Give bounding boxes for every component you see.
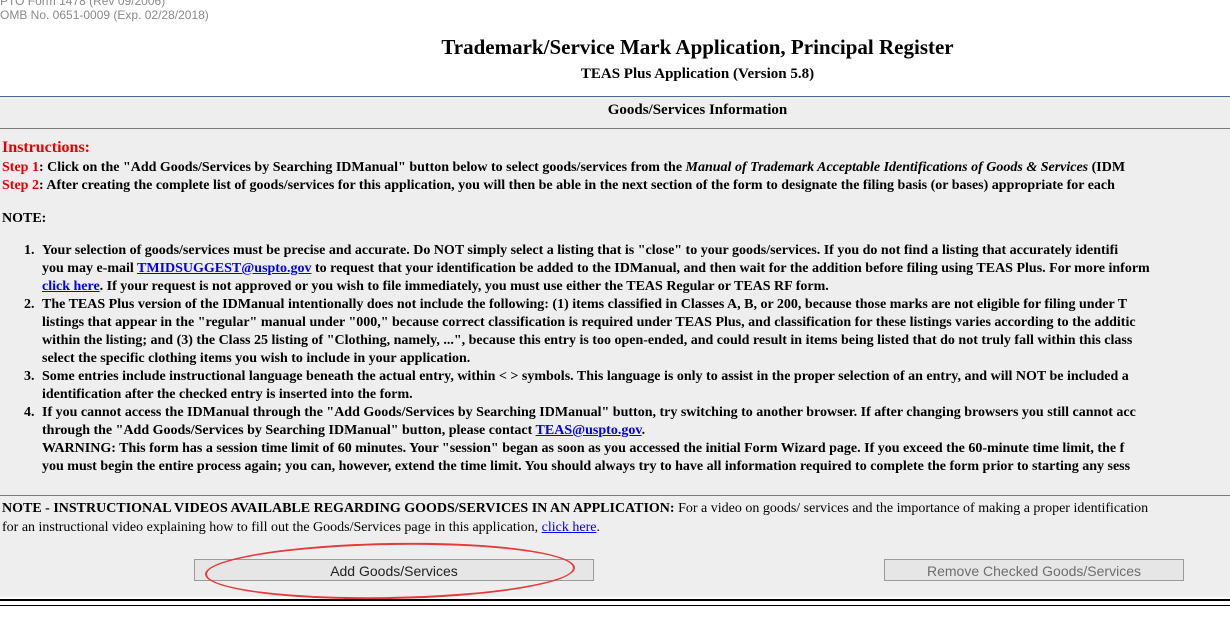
note-line: identification after the checked entry i… — [42, 387, 413, 402]
videos-note: NOTE - INSTRUCTIONAL VIDEOS AVAILABLE RE… — [2, 501, 1148, 517]
teas-email-link[interactable]: TEAS@uspto.gov — [536, 423, 642, 438]
section-title: Goods/Services Information — [607, 102, 788, 118]
note-line: select the specific clothing items you w… — [42, 351, 471, 366]
note-heading: NOTE: — [2, 211, 47, 226]
note-item-number: 4. — [24, 405, 35, 420]
step-1: Step 1: Click on the "Add Goods/Services… — [2, 160, 1125, 176]
step-1-text: : Click on the "Add Goods/Services by Se… — [38, 160, 686, 175]
page-title: Trademark/Service Mark Application, Prin… — [441, 35, 954, 59]
note-line: Some entries include instructional langu… — [42, 369, 1129, 384]
page-subtitle: TEAS Plus Application (Version 5.8) — [580, 66, 815, 82]
note-line: you may e-mail TMIDSUGGEST@uspto.gov to … — [42, 261, 1150, 276]
note-line: WARNING: This form has a session time li… — [42, 441, 1125, 456]
note-item-3: 3. Some entries include instructional la… — [24, 368, 1230, 404]
footer-rule — [0, 599, 1230, 601]
note-line: through the "Add Goods/Services by Searc… — [42, 423, 646, 438]
omb-number: OMB No. 0651-0009 (Exp. 02/28/2018) — [0, 8, 209, 22]
remove-checked-goods-services-button[interactable]: Remove Checked Goods/Services — [884, 559, 1184, 581]
note-item-number: 2. — [24, 297, 35, 312]
note-list: 1. Your selection of goods/services must… — [24, 242, 1230, 476]
note-line: If you cannot access the IDManual throug… — [42, 405, 1136, 420]
tmidsuggest-email-link[interactable]: TMIDSUGGEST@uspto.gov — [137, 261, 311, 276]
note-item-4: 4. If you cannot access the IDManual thr… — [24, 404, 1230, 476]
note-item-number: 3. — [24, 369, 35, 384]
step-2-label: Step 2 — [2, 178, 39, 193]
form-meta: PTO Form 1478 (Rev 09/2006) OMB No. 0651… — [0, 0, 209, 22]
step-1-label: Step 1 — [2, 160, 39, 175]
note-item-2: 2. The TEAS Plus version of the IDManual… — [24, 296, 1230, 368]
video-click-here-link[interactable]: click here — [542, 520, 597, 535]
videos-note-text: For a video on goods/ services and the i… — [674, 501, 1149, 516]
step-1-text-end: (IDM — [1088, 160, 1126, 175]
videos-note-line-2: for an instructional video explaining ho… — [2, 520, 600, 535]
step-1-manual-title: Manual of Trademark Acceptable Identific… — [685, 160, 1089, 175]
note-item-1: 1. Your selection of goods/services must… — [24, 242, 1230, 296]
note-line: listings that appear in the "regular" ma… — [42, 315, 1136, 330]
section-divider — [0, 128, 1230, 129]
note-line: you must begin the entire process again;… — [42, 459, 1131, 474]
note-line: The TEAS Plus version of the IDManual in… — [42, 297, 1128, 312]
step-2-text: : After creating the complete list of go… — [38, 178, 1115, 193]
note-line: click here. If your request is not appro… — [42, 279, 829, 294]
instructions-heading: Instructions: — [2, 139, 91, 156]
form-number: PTO Form 1478 (Rev 09/2006) — [0, 0, 166, 8]
videos-divider — [0, 495, 1230, 496]
footer-rule — [0, 605, 1230, 606]
videos-note-heading: NOTE - INSTRUCTIONAL VIDEOS AVAILABLE RE… — [2, 501, 675, 516]
idmanual-info-link[interactable]: click here — [42, 279, 100, 294]
note-item-number: 1. — [24, 243, 35, 258]
note-line: Your selection of goods/services must be… — [42, 243, 1119, 258]
note-line: within the listing; and (3) the Class 25… — [42, 333, 1133, 348]
step-2: Step 2: After creating the complete list… — [2, 178, 1115, 194]
